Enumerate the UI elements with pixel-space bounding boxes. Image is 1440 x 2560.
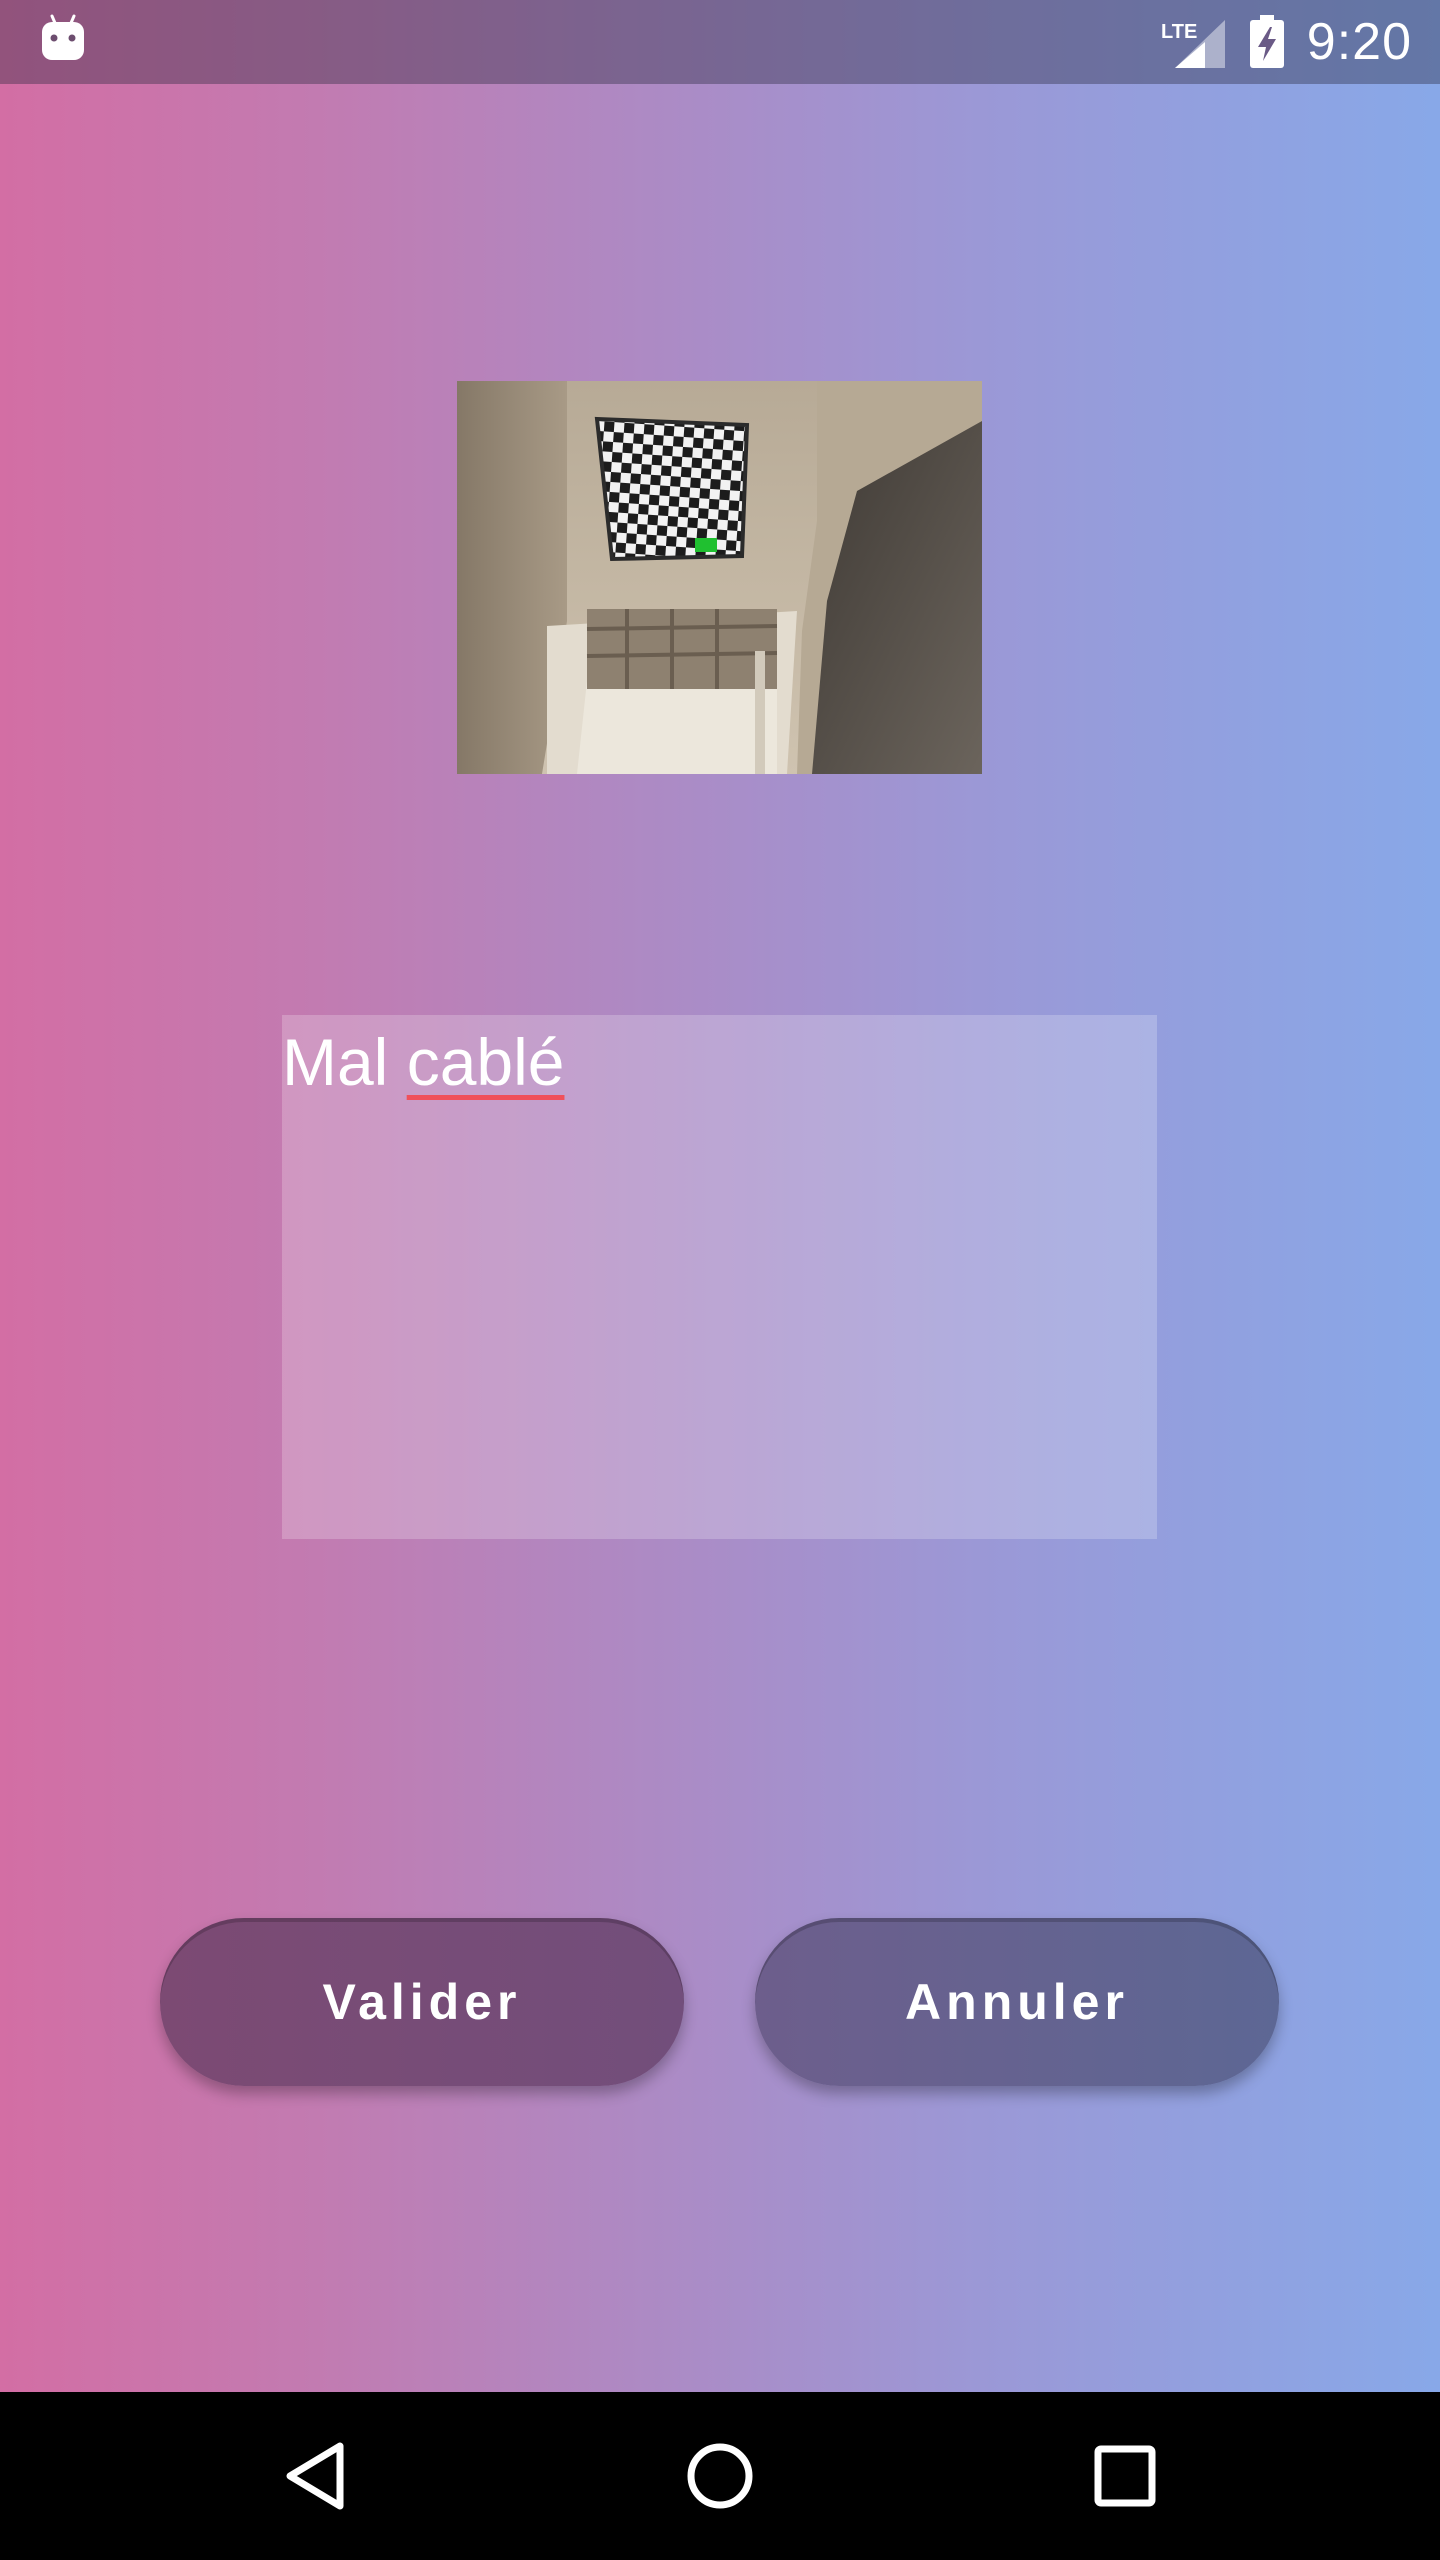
photo-image bbox=[457, 381, 982, 774]
back-triangle-icon bbox=[286, 2442, 344, 2510]
note-text-area[interactable]: Mal cablé bbox=[282, 1015, 1157, 1539]
android-icon bbox=[42, 14, 84, 60]
cancel-button[interactable]: Annuler bbox=[755, 1918, 1279, 2086]
note-text: Mal cablé bbox=[282, 1023, 564, 1102]
battery-charging-icon bbox=[1249, 15, 1284, 68]
back-button[interactable] bbox=[276, 2436, 356, 2516]
home-button[interactable] bbox=[680, 2436, 760, 2516]
recents-square-icon bbox=[1094, 2445, 1156, 2507]
note-word-cable-misspelled[interactable]: cablé bbox=[407, 1025, 565, 1099]
status-icons: LTE 9:20 bbox=[1159, 0, 1412, 84]
svg-text:LTE: LTE bbox=[1161, 21, 1197, 43]
status-bar: LTE 9:20 bbox=[0, 0, 1440, 84]
home-circle-icon bbox=[687, 2443, 753, 2509]
note-word-mal: Mal bbox=[282, 1025, 407, 1099]
photo-thumbnail[interactable] bbox=[457, 381, 982, 774]
navigation-bar bbox=[0, 2392, 1440, 2560]
clock: 9:20 bbox=[1306, 13, 1412, 71]
validate-button[interactable]: Valider bbox=[160, 1918, 684, 2086]
screen: LTE 9:20 Mal cablé Valider Annuler bbox=[0, 0, 1440, 2560]
recents-button[interactable] bbox=[1085, 2436, 1165, 2516]
lte-signal-icon: LTE bbox=[1161, 20, 1225, 68]
